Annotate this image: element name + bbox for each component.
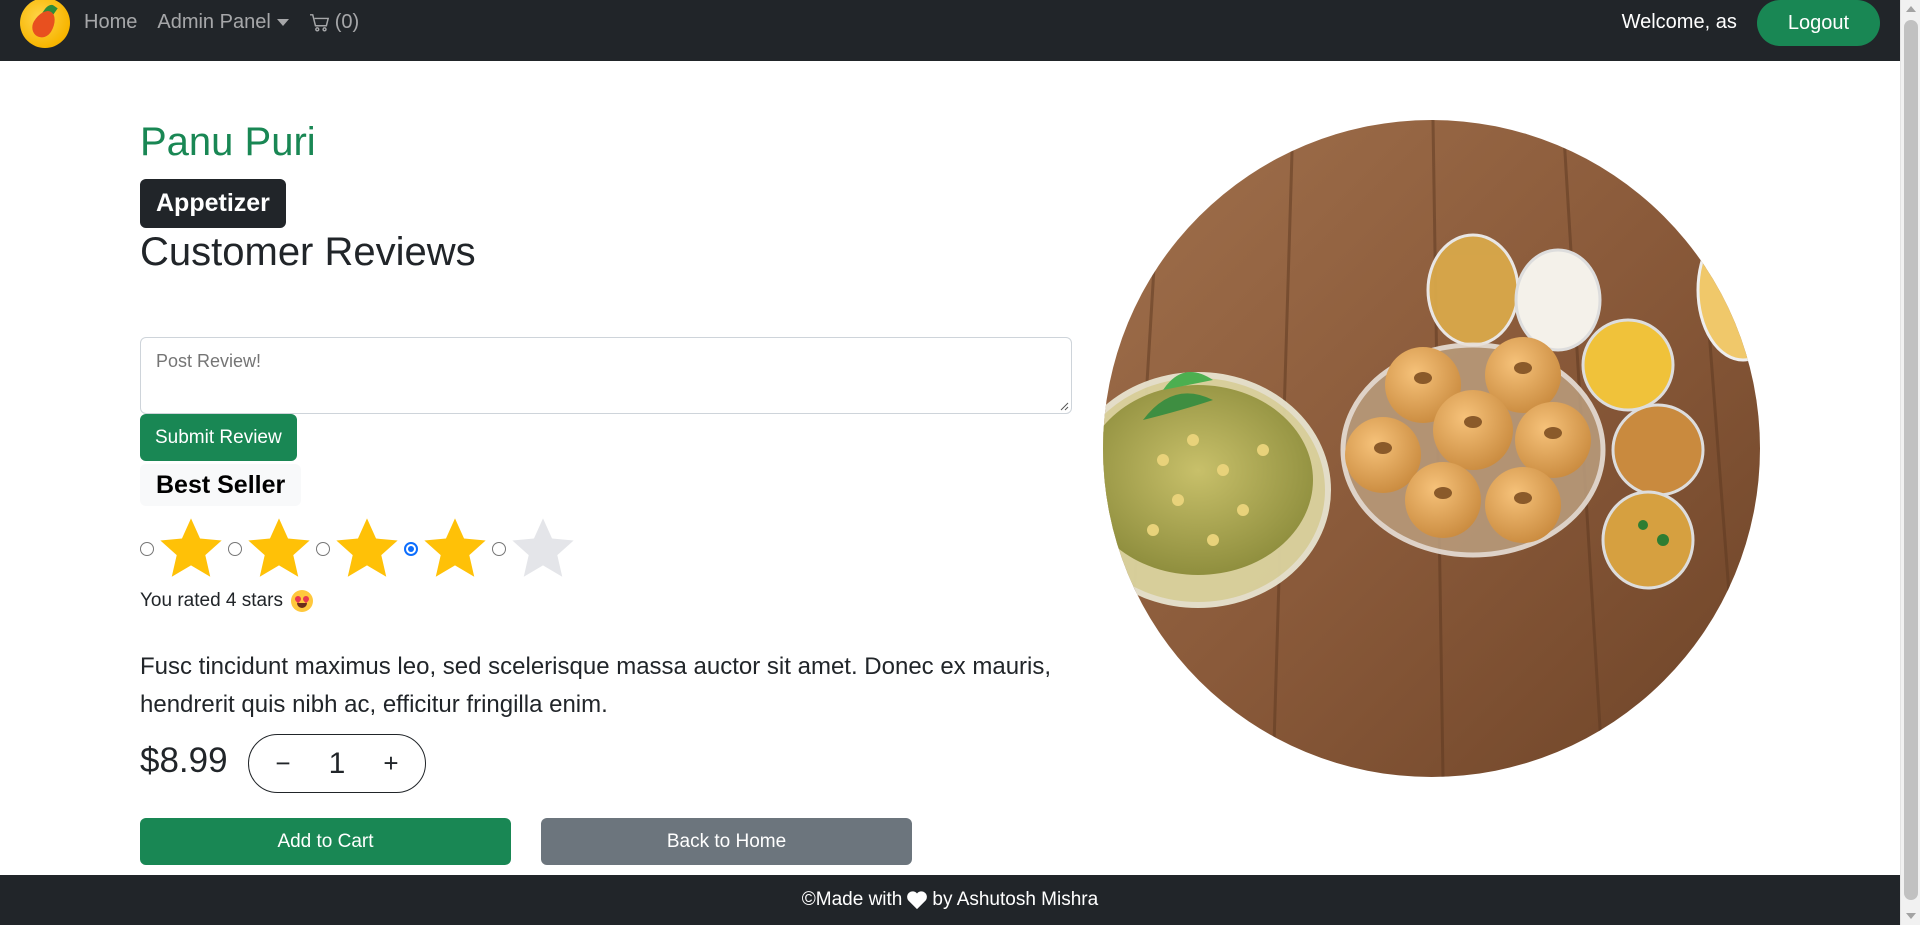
product-price: $8.99 xyxy=(140,741,228,780)
cart-icon xyxy=(309,13,329,32)
scroll-down-icon[interactable] xyxy=(1906,913,1916,919)
brand-logo-icon[interactable] xyxy=(20,0,70,48)
welcome-text: Welcome, as xyxy=(1621,11,1737,33)
rating-radio-4[interactable] xyxy=(404,542,418,556)
scrollbar-thumb[interactable] xyxy=(1904,20,1918,900)
scroll-up-icon[interactable] xyxy=(1906,6,1916,12)
nav-cart-count: (0) xyxy=(334,11,360,33)
heart-eyes-emoji-icon xyxy=(290,590,313,612)
rated-text-label: You rated 4 stars xyxy=(140,590,283,611)
nav-home-label: Home xyxy=(84,11,138,33)
nav-cart-link[interactable]: (0) xyxy=(309,11,359,34)
product-title: Panu Puri xyxy=(140,120,316,164)
rating-radio-1[interactable] xyxy=(140,542,154,556)
chevron-down-icon xyxy=(276,19,289,26)
star-icon[interactable] xyxy=(331,514,403,584)
star-icon[interactable] xyxy=(243,514,315,584)
quantity-stepper: − 1 + xyxy=(248,734,426,793)
logout-button[interactable]: Logout xyxy=(1756,0,1880,46)
footer: ©Made with by Ashutosh Mishra xyxy=(0,875,1900,925)
rating-radio-3[interactable] xyxy=(316,542,330,556)
best-seller-badge: Best Seller xyxy=(140,464,302,506)
star-icon[interactable] xyxy=(155,514,227,584)
category-badge: Appetizer xyxy=(140,179,286,228)
rating-radio-5[interactable] xyxy=(492,542,506,556)
product-photo xyxy=(1103,120,1760,777)
footer-suffix: by Ashutosh Mishra xyxy=(932,889,1099,910)
footer-prefix: ©Made with xyxy=(801,889,903,910)
star-icon[interactable] xyxy=(419,514,491,584)
quantity-increase-button[interactable]: + xyxy=(377,748,405,779)
star-icon-empty[interactable] xyxy=(507,514,579,584)
navbar: Home Admin Panel (0) Welcome, as Logout xyxy=(0,0,1900,61)
add-to-cart-button[interactable]: Add to Cart xyxy=(140,818,511,865)
review-textarea[interactable] xyxy=(140,337,1072,414)
product-description: Fusc tincidunt maximus leo, sed sceleris… xyxy=(140,653,1052,718)
back-to-home-button[interactable]: Back to Home xyxy=(541,818,912,865)
quantity-decrease-button[interactable]: − xyxy=(269,748,297,779)
heart-icon xyxy=(907,891,928,910)
nav-right: Welcome, as Logout xyxy=(1622,0,1880,46)
star-rating xyxy=(140,513,580,585)
nav-admin-dropdown[interactable]: Admin Panel xyxy=(157,11,289,34)
submit-review-button[interactable]: Submit Review xyxy=(140,414,297,461)
quantity-value: 1 xyxy=(328,746,346,780)
rating-radio-2[interactable] xyxy=(228,542,242,556)
reviews-heading: Customer Reviews xyxy=(140,230,476,274)
rated-text: You rated 4 stars xyxy=(140,590,313,612)
product-image xyxy=(1103,120,1760,777)
nav-home-link[interactable]: Home xyxy=(84,11,137,34)
nav-admin-label: Admin Panel xyxy=(157,11,271,33)
resize-grip-icon[interactable] xyxy=(1059,401,1069,411)
vertical-scrollbar[interactable] xyxy=(1900,0,1920,925)
